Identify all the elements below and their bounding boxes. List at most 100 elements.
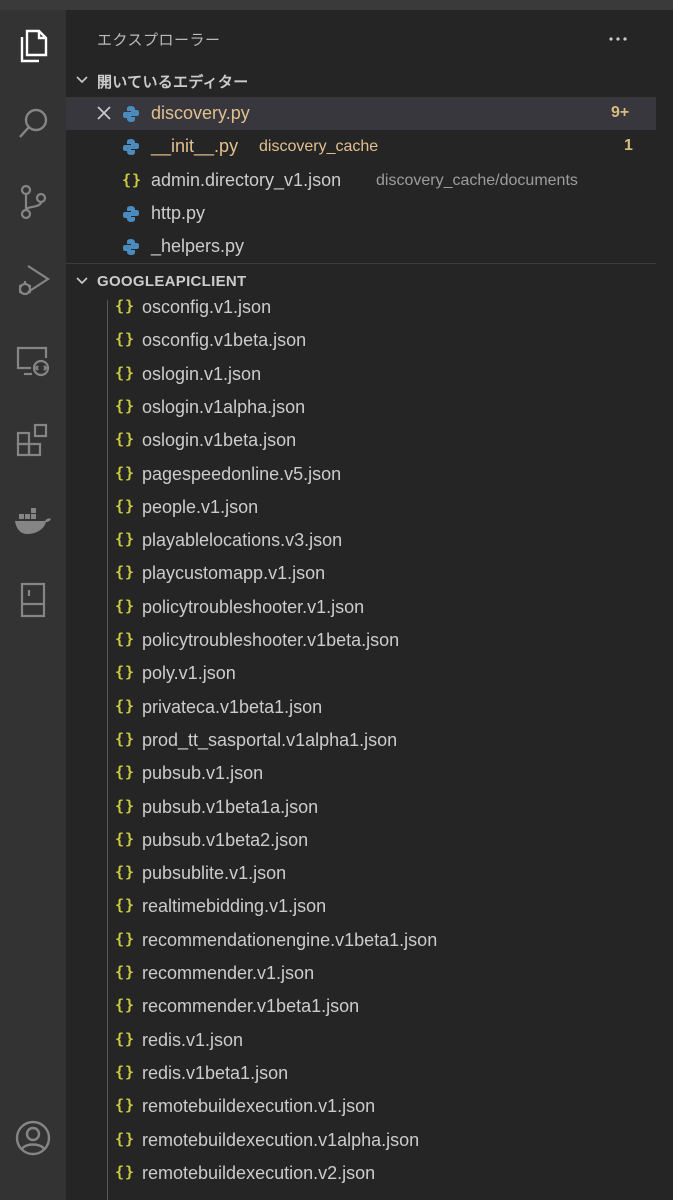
- json-icon: {}: [115, 796, 136, 815]
- tree-file-name: oslogin.v1.json: [142, 363, 262, 384]
- tree-file-name: redis.v1beta1.json: [142, 1062, 289, 1083]
- tree-file-item[interactable]: {} oslogin.v1.json: [66, 358, 656, 391]
- tree-file-item[interactable]: {} oslogin.v1beta.json: [66, 424, 656, 457]
- tree-file-item[interactable]: {} pagespeedonline.v5.json: [66, 458, 656, 491]
- tree-file-name: pubsub.v1beta2.json: [142, 829, 309, 850]
- json-icon: {}: [122, 171, 143, 189]
- tree-file-name: remotebuildexecution.v2.json: [142, 1162, 376, 1183]
- search-icon[interactable]: [9, 100, 57, 148]
- docker-icon[interactable]: [9, 497, 57, 545]
- tree-file-item[interactable]: {} playablelocations.v3.json: [66, 524, 656, 557]
- json-icon: {}: [115, 630, 136, 648]
- tree-file-name: pubsub.v1beta1a.json: [142, 796, 319, 817]
- ellipsis-icon[interactable]: [607, 28, 629, 50]
- source-control-icon[interactable]: [9, 178, 57, 226]
- tree-file-item[interactable]: {} remotebuildexecution.v2.json: [66, 1157, 656, 1190]
- explorer-icon[interactable]: [9, 22, 57, 70]
- extensions-icon[interactable]: [9, 416, 57, 464]
- open-editor-item[interactable]: _helpers.py: [66, 230, 656, 263]
- activity-bar: [0, 10, 66, 1200]
- tree-file-item[interactable]: {} pubsub.v1beta1a.json: [66, 791, 656, 824]
- open-editor-path: discovery_cache: [259, 138, 379, 155]
- tree-file-name: redis.v1.json: [142, 1029, 244, 1050]
- tree-file-name: oslogin.v1alpha.json: [142, 396, 306, 417]
- tree-file-name: playablelocations.v3.json: [142, 530, 343, 551]
- open-editor-item[interactable]: __init__.py discovery_cache 1: [66, 130, 656, 163]
- tree-file-name: realtimebidding.v1.json: [142, 896, 327, 917]
- tree-file-item[interactable]: {} redis.v1beta1.json: [66, 1057, 656, 1090]
- tree-file-item[interactable]: {} recommender.v1.json: [66, 957, 656, 990]
- tree-file-name: poly.v1.json: [142, 663, 236, 684]
- tree-file-name: remotebuildexecution.v1alpha.json: [142, 1129, 420, 1150]
- tree-file-name: policytroubleshooter.v1.json: [142, 596, 365, 617]
- tree-file-item[interactable]: {} redis.v1.json: [66, 1024, 656, 1057]
- json-icon: {}: [115, 996, 136, 1015]
- tree-file-item[interactable]: {} pubsub.v1.json: [66, 757, 656, 790]
- close-icon[interactable]: [96, 105, 112, 121]
- open-editor-item[interactable]: http.py: [66, 197, 656, 230]
- python-icon: [122, 105, 140, 123]
- json-icon: {}: [115, 1096, 136, 1115]
- tree-file-item[interactable]: {} policytroubleshooter.v1beta.json: [66, 624, 656, 657]
- python-icon: [122, 138, 140, 156]
- tree-file-name: osconfig.v1.json: [142, 297, 272, 317]
- json-icon: {}: [115, 563, 136, 582]
- bookmark-panel-icon[interactable]: [9, 576, 57, 624]
- explorer-sidebar: エクスプローラー 開いているエディター discovery.py 9+ __in…: [66, 10, 673, 1200]
- json-icon: {}: [115, 829, 136, 848]
- open-editor-name: http.py: [151, 203, 206, 223]
- accounts-icon[interactable]: [9, 1114, 57, 1162]
- tree-file-name: policytroubleshooter.v1beta.json: [142, 630, 400, 650]
- tree-file-item[interactable]: {} poly.v1.json: [66, 657, 656, 690]
- json-icon: {}: [115, 530, 136, 549]
- json-icon: {}: [115, 896, 136, 915]
- python-icon: [122, 238, 140, 256]
- tree-file-item[interactable]: {} prod_tt_sasportal.v1alpha1.json: [66, 724, 656, 757]
- json-icon: {}: [115, 696, 136, 715]
- json-icon: {}: [115, 363, 136, 382]
- tree-file-item[interactable]: {} people.v1.json: [66, 491, 656, 524]
- tree-file-item[interactable]: {} osconfig.v1beta.json: [66, 324, 656, 357]
- json-icon: {}: [115, 496, 136, 515]
- tree-file-item[interactable]: {} recommender.v1beta1.json: [66, 990, 656, 1023]
- tree-file-item[interactable]: {} remotebuildexecution.v1.json: [66, 1090, 656, 1123]
- chevron-down-icon: [74, 73, 90, 92]
- open-editors-section-header[interactable]: 開いているエディター: [66, 65, 656, 95]
- tree-file-name: remotebuildexecution.v1.json: [142, 1096, 376, 1117]
- tree-file-item[interactable]: {} pubsub.v1beta2.json: [66, 824, 656, 857]
- tree-file-item[interactable]: {} realtimebidding.v1.json: [66, 890, 656, 923]
- tree-file-item[interactable]: {} privateca.v1beta1.json: [66, 691, 656, 724]
- open-editor-item[interactable]: {} admin.directory_v1.json discovery_cac…: [66, 164, 656, 197]
- open-editor-name: __init__.py: [151, 136, 239, 156]
- tree-file-name: playcustomapp.v1.json: [142, 563, 326, 584]
- tree-file-name: pubsub.v1.json: [142, 763, 264, 784]
- json-icon: {}: [115, 596, 136, 615]
- explorer-header: エクスプローラー: [66, 22, 673, 56]
- open-editor-name: discovery.py: [151, 103, 250, 123]
- open-editor-item[interactable]: discovery.py 9+: [66, 97, 656, 130]
- open-editor-name: _helpers.py: [151, 236, 245, 256]
- json-icon: {}: [115, 1129, 136, 1148]
- tree-file-name: privateca.v1beta1.json: [142, 696, 323, 717]
- tree-file-item[interactable]: {} osconfig.v1.json: [66, 291, 656, 324]
- json-icon: {}: [115, 1062, 136, 1081]
- tree-file-item[interactable]: {} recommendationengine.v1beta1.json: [66, 924, 656, 957]
- open-editor-path: discovery_cache/documents: [376, 172, 578, 189]
- tree-file-item[interactable]: {} oslogin.v1alpha.json: [66, 391, 656, 424]
- open-editor-name: admin.directory_v1.json: [151, 170, 342, 190]
- folder-label: GOOGLEAPICLIENT: [97, 273, 247, 290]
- tree-file-name: recommender.v1.json: [142, 963, 315, 983]
- problem-badge: 9+: [611, 104, 630, 121]
- tree-file-name: pagespeedonline.v5.json: [142, 463, 342, 484]
- remote-explorer-icon[interactable]: [9, 337, 57, 385]
- tree-file-item[interactable]: {} policytroubleshooter.v1.json: [66, 591, 656, 624]
- python-icon: [122, 205, 140, 223]
- json-icon: {}: [115, 963, 136, 981]
- tree-file-item[interactable]: {} playcustomapp.v1.json: [66, 557, 656, 590]
- tree-file-item[interactable]: {} pubsublite.v1.json: [66, 857, 656, 890]
- tree-file-item[interactable]: {} remotebuildexecution.v1alpha.json: [66, 1124, 656, 1157]
- tree-file-name: recommendationengine.v1beta1.json: [142, 929, 438, 950]
- run-debug-icon[interactable]: [9, 256, 57, 304]
- tree-file-name: people.v1.json: [142, 496, 259, 517]
- json-icon: {}: [115, 663, 136, 682]
